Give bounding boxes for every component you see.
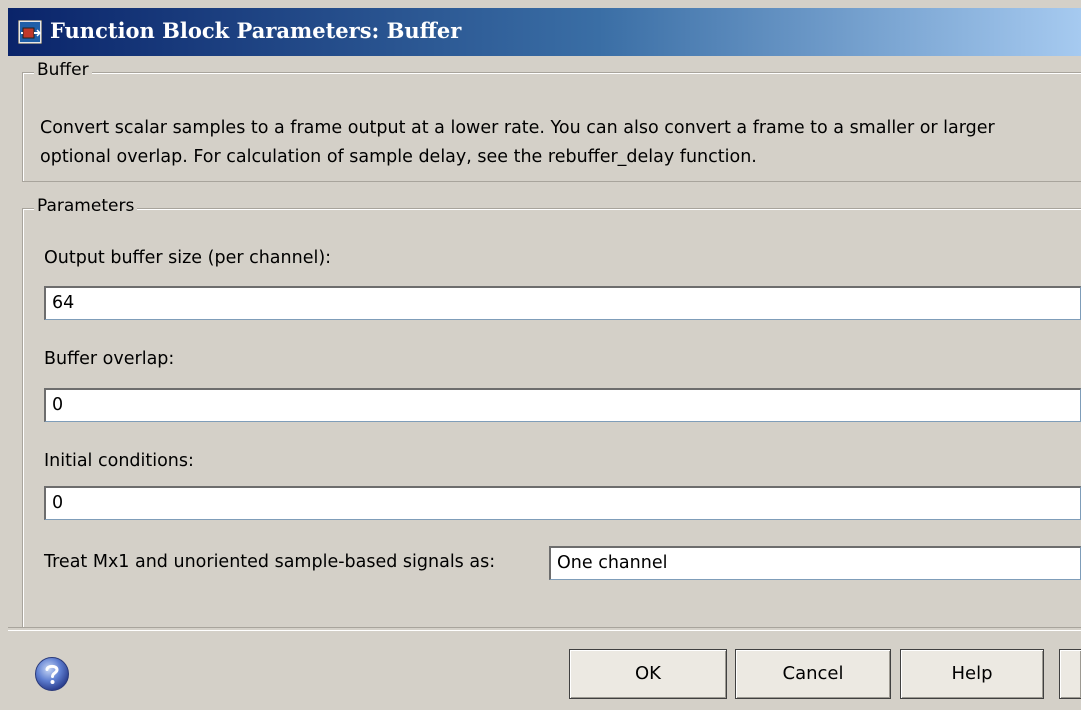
treat-signals-label: Treat Mx1 and unoriented sample-based si… <box>44 552 496 572</box>
description-group-legend: Buffer <box>34 60 92 80</box>
apply-button[interactable] <box>1059 649 1081 699</box>
button-separator <box>8 627 1081 631</box>
description-line-2: optional overlap. For calculation of sam… <box>40 147 757 167</box>
parameters-group-legend: Parameters <box>34 196 138 216</box>
window-frame <box>0 0 8 710</box>
treat-signals-select[interactable]: One channel <box>549 546 1081 580</box>
help-button[interactable]: Help <box>900 649 1044 699</box>
ok-button[interactable]: OK <box>569 649 727 699</box>
output-buffer-size-input[interactable]: 64 <box>44 286 1081 320</box>
window-title: Function Block Parameters: Buffer <box>50 18 462 43</box>
block-parameters-dialog: Function Block Parameters: Buffer Buffer… <box>0 0 1081 710</box>
help-question-icon[interactable] <box>34 656 70 692</box>
cancel-button[interactable]: Cancel <box>735 649 891 699</box>
simulink-block-icon[interactable] <box>18 20 42 44</box>
initial-conditions-input[interactable]: 0 <box>44 486 1081 520</box>
output-buffer-size-label: Output buffer size (per channel): <box>44 248 332 268</box>
description-line-1: Convert scalar samples to a frame output… <box>40 118 995 138</box>
initial-conditions-label: Initial conditions: <box>44 451 194 471</box>
title-bar[interactable]: Function Block Parameters: Buffer <box>8 8 1081 56</box>
buffer-overlap-input[interactable]: 0 <box>44 388 1081 422</box>
buffer-overlap-label: Buffer overlap: <box>44 349 175 369</box>
